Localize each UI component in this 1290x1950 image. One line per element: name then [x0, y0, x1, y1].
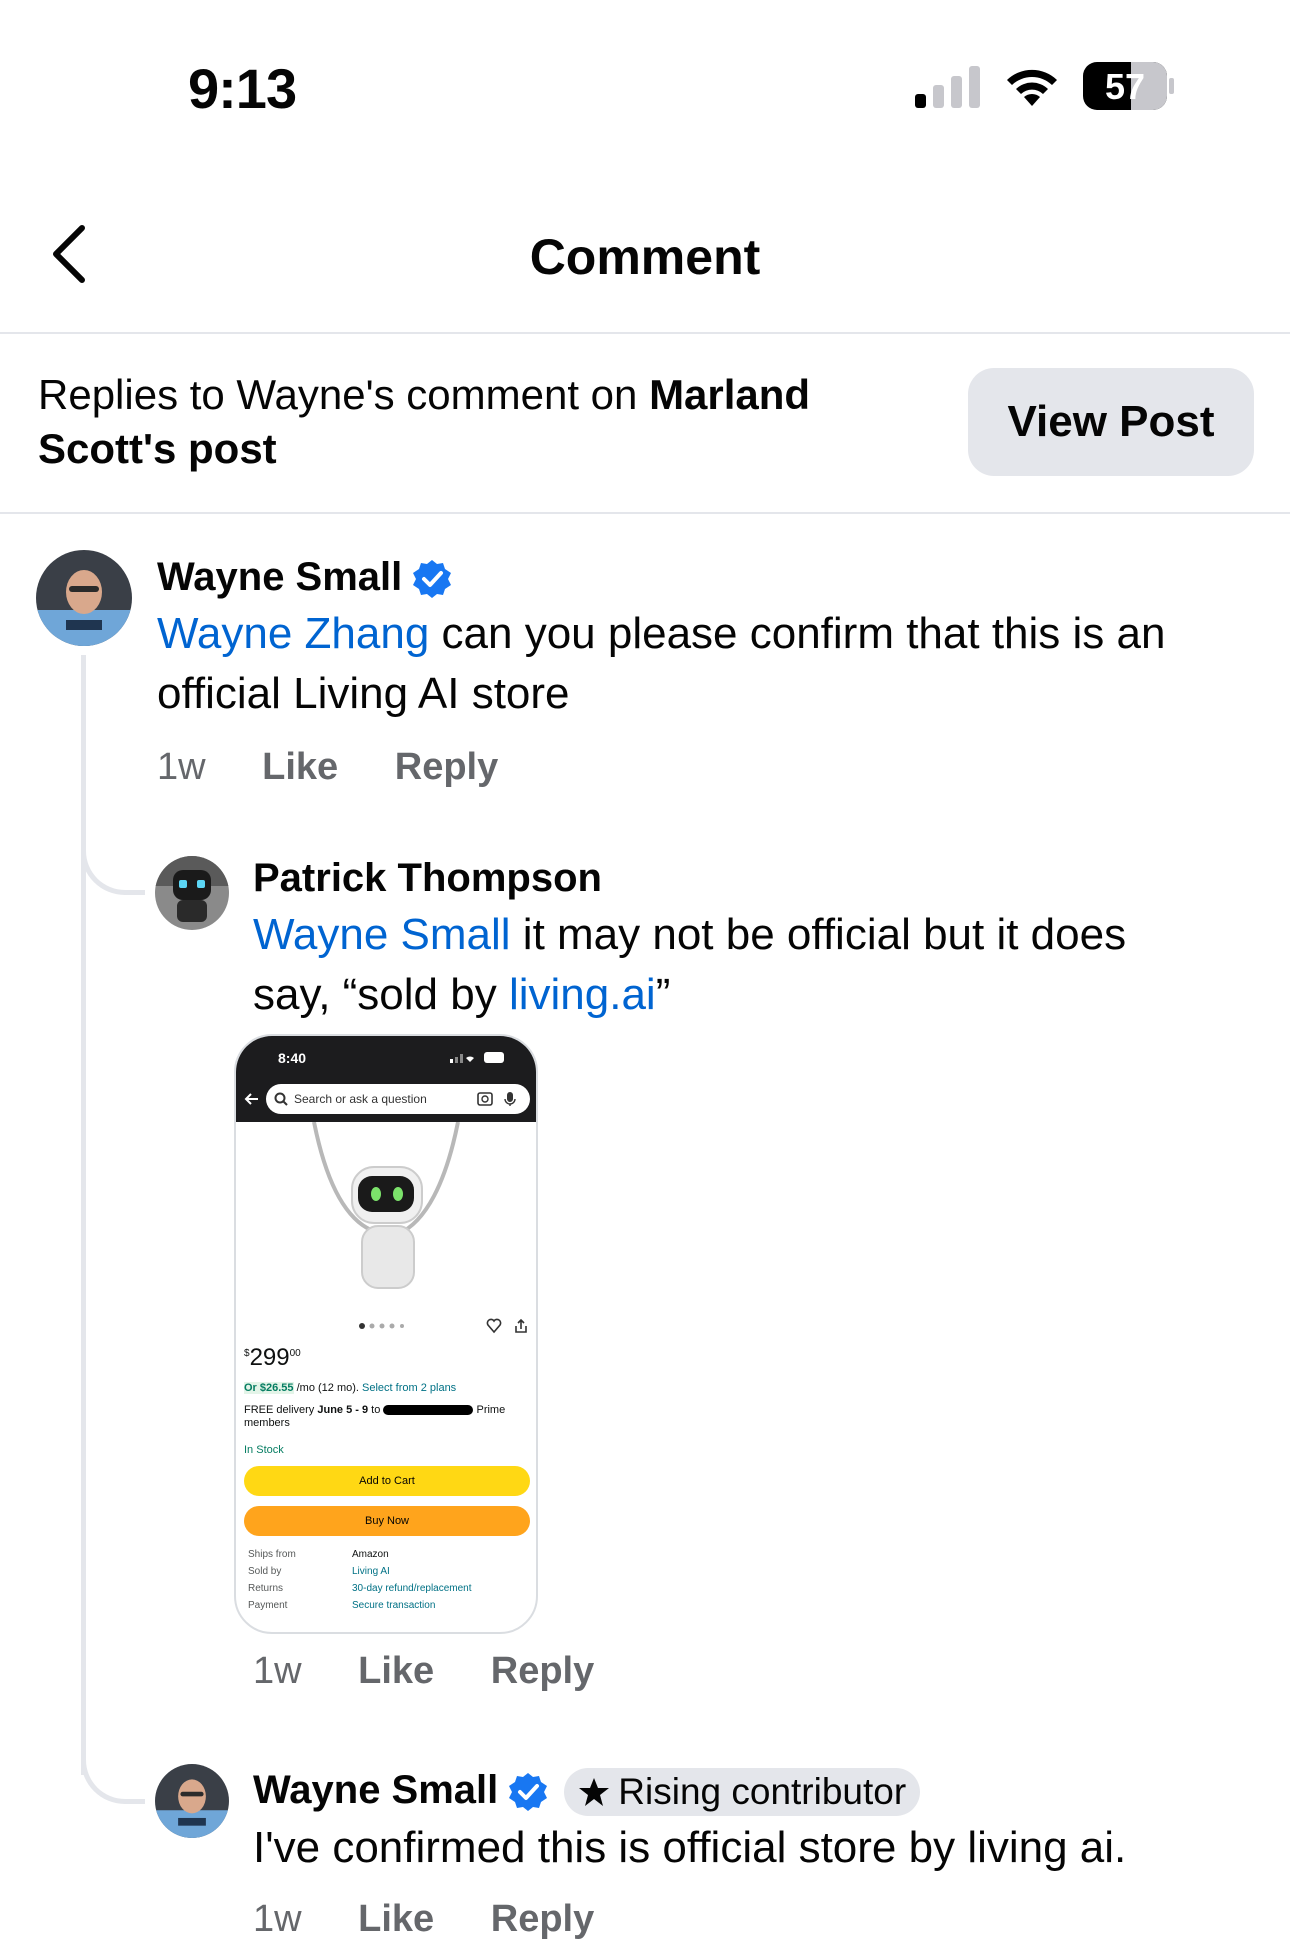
product-image: [312, 1122, 460, 1289]
comment-time[interactable]: 1w: [157, 746, 206, 789]
avatar[interactable]: [36, 550, 132, 646]
like-button[interactable]: Like: [358, 1650, 434, 1693]
comment-text: Wayne Zhang can you please confirm that …: [157, 604, 1237, 724]
view-post-button[interactable]: View Post: [968, 368, 1254, 476]
badge-label: Rising contributor: [618, 1771, 907, 1813]
comment-actions: 1w Like Reply: [253, 1898, 594, 1941]
detail-label: Payment: [248, 1600, 288, 1611]
verified-badge-icon: [509, 1773, 548, 1812]
replies-context: Replies to Wayne's comment on Marland Sc…: [38, 368, 918, 476]
reply-comment: Wayne Small Rising contributor I've confi…: [253, 1768, 1263, 1878]
comment-author[interactable]: Wayne Small Rising contributor: [253, 1768, 1263, 1817]
battery-level: 57: [1104, 66, 1146, 107]
screenshot-status-bar: 8:40 Search or ask a question: [236, 1036, 536, 1122]
reply-button[interactable]: Reply: [491, 1898, 594, 1941]
monthly-text: /mo (12 mo).: [296, 1382, 359, 1394]
mention-link[interactable]: Wayne Zhang: [157, 609, 429, 658]
comment: Wayne Small Wayne Zhang can you please c…: [157, 555, 1237, 789]
screenshot-back-icon: [244, 1093, 258, 1105]
price-whole: 299: [249, 1344, 290, 1371]
delivery-info: FREE delivery June 5 - 9 to Prime members: [244, 1404, 534, 1430]
context-prefix: Replies to Wayne's comment on: [38, 371, 650, 418]
detail-label: Sold by: [248, 1566, 282, 1577]
attached-screenshot[interactable]: 8:40 Search or ask a question $29900 Or …: [234, 1034, 538, 1634]
detail-value: Living AI: [352, 1566, 390, 1577]
product-price: $29900: [244, 1344, 301, 1372]
delivery-text: FREE delivery: [244, 1404, 315, 1416]
carousel-dots: [359, 1323, 404, 1329]
comment-time[interactable]: 1w: [253, 1898, 302, 1941]
stock-status: In Stock: [244, 1444, 284, 1456]
price-fraction: 00: [289, 1348, 301, 1359]
monthly-plan: Or $26.55 /mo (12 mo). Select from 2 pla…: [244, 1382, 534, 1394]
comment-text: I've confirmed this is official store by…: [253, 1823, 1127, 1873]
screenshot-status-icons: [450, 1052, 504, 1063]
detail-label: Returns: [248, 1583, 284, 1594]
comment-time[interactable]: 1w: [253, 1650, 302, 1693]
reply-button[interactable]: Reply: [395, 746, 498, 789]
star-icon: [579, 1778, 610, 1807]
delivery-to: to: [371, 1404, 381, 1416]
search-icon: [274, 1092, 288, 1106]
page-title: Comment: [529, 229, 761, 285]
plans-link: Select from 2 plans: [362, 1382, 457, 1394]
rising-contributor-badge[interactable]: Rising contributor: [564, 1768, 921, 1817]
detail-label: Ships from: [248, 1549, 296, 1560]
detail-value: 30-day refund/replacement: [352, 1583, 472, 1594]
comment-body-end: ”: [655, 970, 671, 1019]
screenshot-time: 8:40: [278, 1050, 307, 1066]
comment-actions: 1w Like Reply: [157, 746, 1237, 789]
reply-comment: Patrick Thompson Wayne Small it may not …: [253, 856, 1253, 1025]
thread-line: [81, 655, 86, 1775]
delivery-prime: Prime: [476, 1404, 506, 1416]
context-suffix: 's post: [143, 425, 277, 472]
buy-now-button: Buy Now: [244, 1506, 530, 1536]
like-button[interactable]: Like: [262, 746, 338, 789]
delivery-date: June 5 - 9: [317, 1404, 369, 1416]
like-button[interactable]: Like: [358, 1898, 434, 1941]
comment-actions: 1w Like Reply: [253, 1650, 594, 1693]
cellular-signal-icon: [915, 66, 980, 108]
comment-author[interactable]: Wayne Small: [157, 555, 1237, 600]
detail-value: Amazon: [352, 1549, 389, 1560]
url-link[interactable]: living.ai: [509, 970, 656, 1019]
avatar[interactable]: [155, 1764, 229, 1838]
thread-connector: [81, 1740, 145, 1804]
avatar[interactable]: [155, 856, 229, 930]
reply-button[interactable]: Reply: [491, 1650, 594, 1693]
status-time: 9:13: [188, 57, 297, 120]
thread-connector: [81, 835, 145, 895]
header-divider: [0, 332, 1290, 334]
detail-values: Amazon Living AI 30-day refund/replaceme…: [352, 1546, 472, 1614]
detail-labels: Ships from Sold by Returns Payment: [248, 1546, 296, 1614]
detail-value: Secure transaction: [352, 1600, 436, 1611]
context-divider: [0, 512, 1290, 514]
mention-link[interactable]: Wayne Small: [253, 910, 511, 959]
add-to-cart-button: Add to Cart: [244, 1466, 530, 1496]
camera-mic-icon: [477, 1092, 516, 1106]
comment-text: Wayne Small it may not be official but i…: [253, 905, 1213, 1025]
heart-share-icon: [486, 1318, 527, 1334]
wifi-icon: [1007, 69, 1057, 106]
delivery-members: members: [244, 1417, 290, 1429]
redaction-scribble: [383, 1405, 474, 1416]
comment-author[interactable]: Patrick Thompson: [253, 856, 1253, 901]
monthly-price: Or $26.55: [244, 1382, 294, 1394]
author-name[interactable]: Wayne Small: [253, 1768, 498, 1812]
author-name[interactable]: Wayne Small: [157, 555, 402, 599]
verified-badge-icon: [413, 560, 452, 599]
battery-icon: 57: [1083, 62, 1174, 110]
